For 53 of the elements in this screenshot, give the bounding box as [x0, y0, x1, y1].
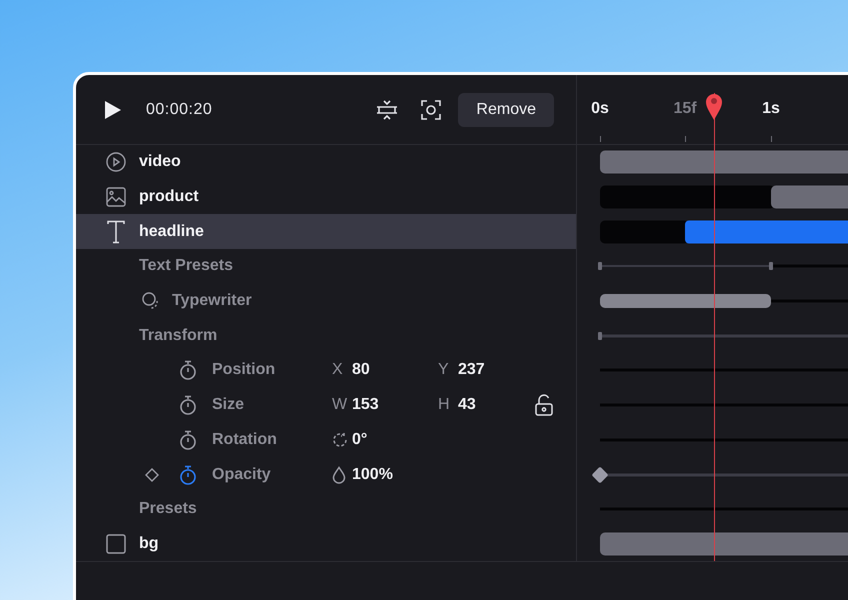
clip-bar[interactable] [600, 532, 848, 556]
timecode: 00:00:20 [146, 100, 212, 118]
property-value[interactable]: 237 [458, 361, 485, 380]
square-icon [106, 534, 126, 554]
playhead-pin-icon[interactable] [705, 93, 723, 121]
image-icon [106, 187, 126, 208]
property-value[interactable]: 100% [352, 466, 393, 484]
axis-label: W [332, 396, 348, 414]
axis-label: Y [438, 361, 450, 380]
stopwatch-icon[interactable] [179, 360, 197, 380]
range-handle[interactable] [769, 262, 773, 270]
unlock-icon[interactable] [534, 394, 554, 416]
property-value[interactable]: 43 [458, 396, 476, 414]
text-icon [106, 220, 126, 244]
layer-row[interactable]: product [76, 180, 576, 214]
layer-row[interactable]: bg [76, 526, 576, 562]
axis-label: H [438, 396, 451, 414]
stopwatch-icon[interactable] [179, 430, 197, 450]
clip-bar[interactable] [685, 220, 848, 244]
range-handle[interactable] [598, 262, 602, 270]
stopwatch-icon[interactable] [179, 464, 197, 485]
drop-icon [332, 466, 346, 484]
property-name: Position [212, 361, 276, 380]
remove-button[interactable]: Remove [458, 92, 554, 126]
keyframe-diamond-icon[interactable] [145, 468, 159, 482]
preset-bar[interactable] [600, 294, 771, 308]
layer-name: headline [139, 222, 204, 241]
layer-name: bg [139, 534, 159, 553]
property-value[interactable]: 153 [352, 396, 379, 414]
layer-name: product [139, 188, 199, 206]
time-label: 0s [591, 100, 609, 118]
stopwatch-icon[interactable] [179, 395, 197, 416]
layer-name: video [139, 153, 181, 172]
rotate-icon [332, 432, 348, 448]
clip-bar[interactable] [771, 186, 848, 209]
property-name: Rotation [212, 430, 278, 449]
time-label: 1s [762, 100, 780, 118]
clip-bar[interactable] [600, 150, 848, 174]
preset-icon [141, 291, 161, 312]
property-name: Opacity [212, 466, 272, 484]
layer-row[interactable]: headline [76, 214, 576, 250]
property-value[interactable]: 0° [352, 430, 368, 449]
time-label: 15f [673, 100, 697, 118]
section-heading: Transform [139, 326, 218, 345]
section-heading: Presets [139, 500, 197, 518]
preset-name[interactable]: Typewriter [172, 292, 252, 310]
play-circle-icon [106, 152, 126, 172]
range-handle[interactable] [598, 332, 602, 340]
layer-row[interactable]: video [76, 145, 576, 180]
property-name: Size [212, 396, 246, 414]
section-heading: Text Presets [139, 257, 233, 276]
property-value[interactable]: 80 [352, 361, 370, 380]
axis-label: X [332, 361, 344, 380]
